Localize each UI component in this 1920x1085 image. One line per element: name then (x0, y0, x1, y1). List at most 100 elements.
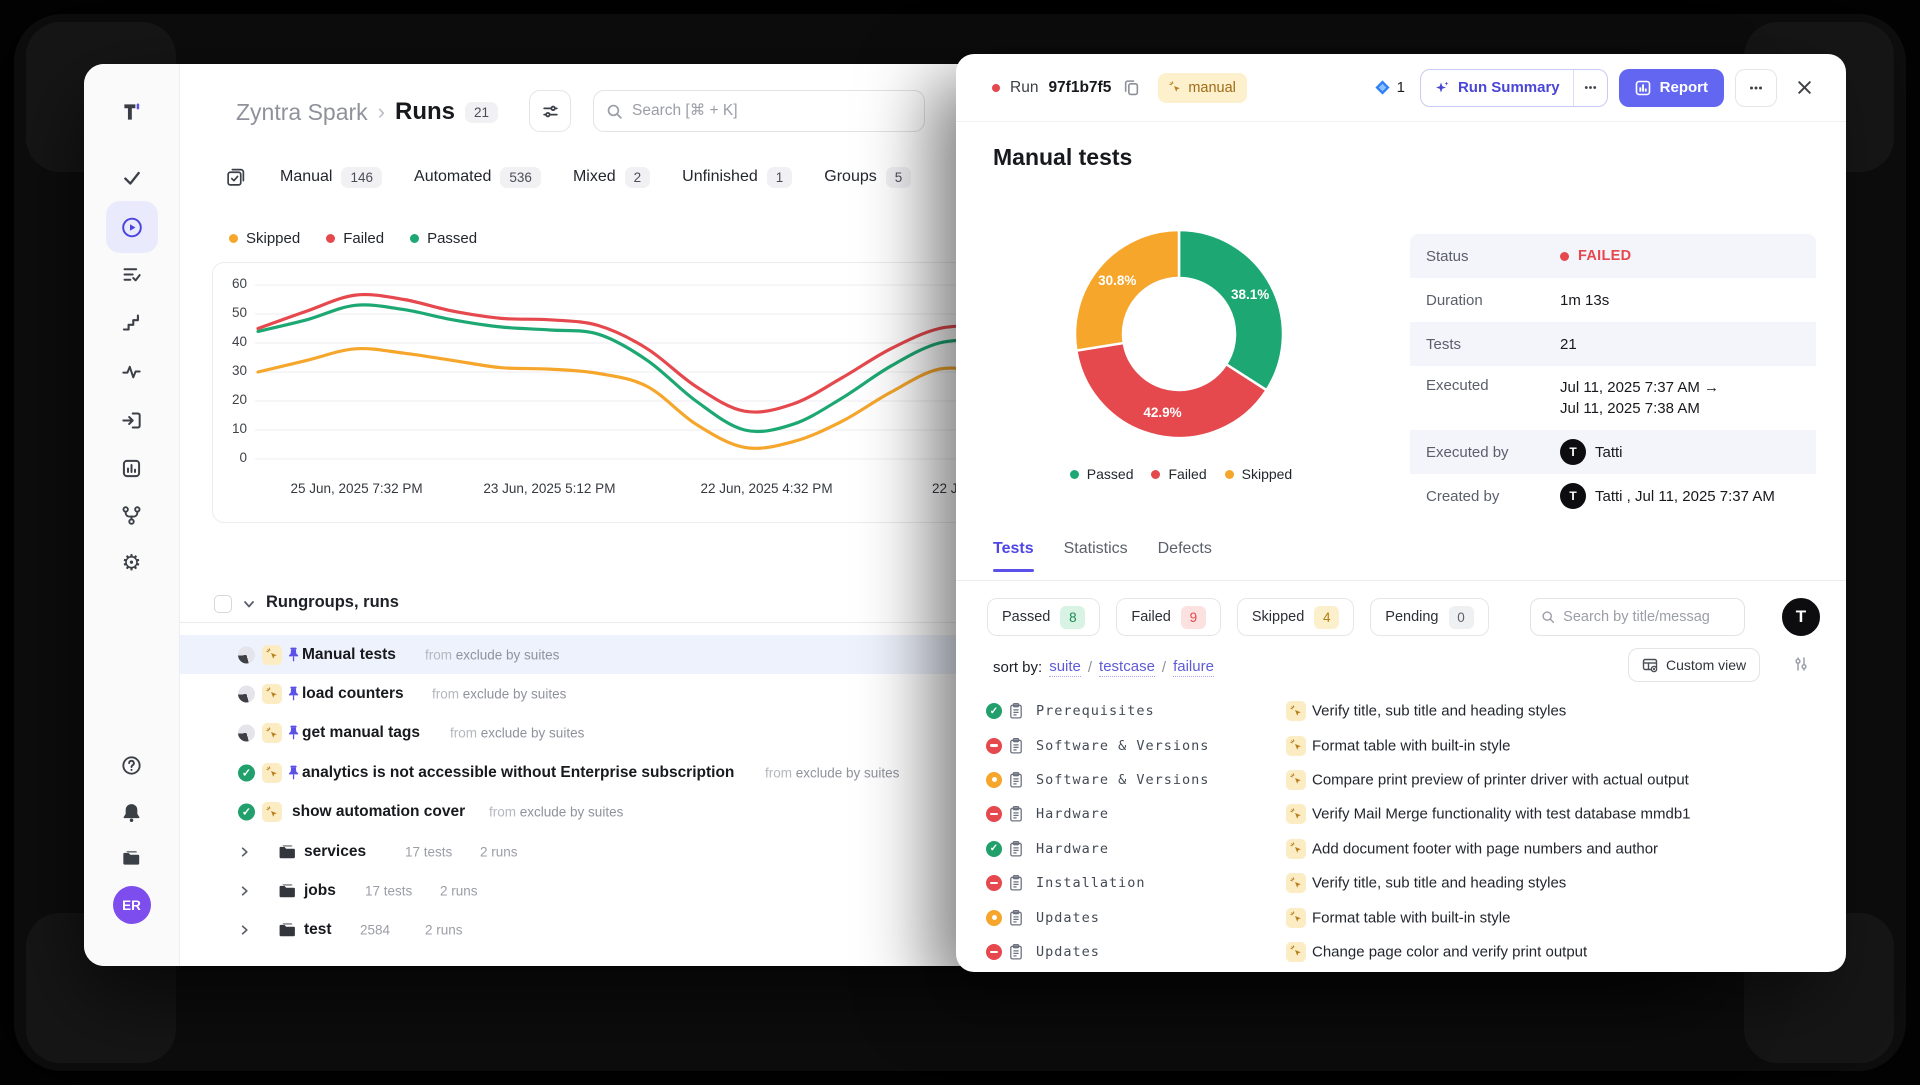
filter-button[interactable] (529, 90, 571, 132)
legend-skipped[interactable]: Skipped (229, 230, 300, 247)
report-button[interactable]: Report (1619, 69, 1724, 107)
run-title[interactable]: get manual tags (302, 724, 420, 742)
sort-by-suite[interactable]: suite (1049, 658, 1081, 677)
failed-dot-icon (326, 234, 335, 243)
chevron-right-icon[interactable] (238, 924, 251, 937)
tests-search-input[interactable] (1563, 609, 1734, 625)
sidebar-item-test-plans[interactable] (121, 263, 143, 285)
manual-run-icon (262, 723, 282, 743)
multi-select-icon[interactable] (225, 167, 246, 188)
search-icon (1541, 609, 1555, 625)
report-chart-icon (1635, 80, 1651, 96)
chevron-right-icon[interactable] (238, 884, 251, 897)
manual-test-icon (1286, 873, 1306, 893)
folder-title[interactable]: jobs (304, 882, 336, 900)
run-title[interactable]: analytics is not accessible without Ente… (302, 764, 734, 782)
pin-icon (287, 686, 300, 702)
manual-run-icon (262, 645, 282, 665)
more-actions-button[interactable] (1735, 69, 1777, 107)
test-row[interactable]: HardwareVerify Mail Merge functionality … (956, 797, 1846, 831)
tab-unfinished[interactable]: Unfinished1 (682, 167, 792, 188)
ellipsis-icon (1583, 80, 1598, 95)
sparkles-icon (1434, 80, 1450, 96)
run-title[interactable]: load counters (302, 685, 404, 703)
global-search[interactable] (593, 90, 925, 132)
tab-groups[interactable]: Groups5 (824, 167, 911, 188)
run-summary-more-button[interactable] (1573, 70, 1607, 106)
test-row[interactable]: Software & VersionsFormat table with bui… (956, 728, 1846, 762)
close-panel-button[interactable] (1792, 76, 1816, 100)
user-avatar[interactable]: ER (113, 886, 151, 924)
sidebar-item-runs[interactable] (121, 216, 143, 238)
sort-by-testcase[interactable]: testcase (1099, 658, 1155, 677)
custom-view-button[interactable]: Custom view (1628, 648, 1760, 682)
search-input[interactable] (632, 102, 912, 120)
chart-legend: Skipped Failed Passed (229, 230, 477, 247)
breadcrumb-project[interactable]: Zyntra Spark (236, 99, 368, 126)
folder-title[interactable]: services (304, 843, 366, 861)
test-row[interactable]: UpdatesChange page color and verify prin… (956, 935, 1846, 969)
close-icon (1796, 79, 1813, 96)
manual-run-icon (262, 763, 282, 783)
legend-passed: Passed (1070, 466, 1134, 482)
tab-tests[interactable]: Tests (993, 540, 1034, 572)
brand-avatar[interactable]: T (1780, 596, 1822, 638)
app-logo (121, 101, 143, 123)
filter-failed[interactable]: Failed9 (1116, 598, 1221, 636)
tab-automated[interactable]: Automated536 (414, 167, 541, 188)
select-all-checkbox[interactable] (214, 595, 232, 613)
run-detail-header: Run 97f1b7f5 manual 1 Run Summary (956, 54, 1846, 122)
sidebar-item-branches[interactable] (121, 504, 143, 526)
clipboard-icon (1008, 840, 1024, 857)
tab-mixed[interactable]: Mixed2 (573, 167, 650, 188)
breadcrumb: Zyntra Spark › Runs 21 (236, 94, 498, 130)
copy-icon[interactable] (1123, 79, 1140, 96)
sidebar-item-projects[interactable] (121, 847, 143, 869)
jira-link[interactable]: 1 (1374, 79, 1405, 96)
sidebar-item-steps[interactable] (121, 311, 143, 333)
sidebar-item-settings[interactable]: ⚙ (121, 552, 143, 574)
view-settings-icon[interactable] (1792, 655, 1810, 673)
sidebar-item-tests[interactable] (121, 167, 143, 189)
chevron-down-icon[interactable] (242, 597, 256, 611)
test-row[interactable]: UpdatesFormat table with built-in style (956, 900, 1846, 934)
run-summary-button[interactable]: Run Summary (1421, 70, 1573, 106)
info-row-executed-by: Executed by TTatti (1410, 430, 1816, 474)
sidebar-item-analytics[interactable] (121, 457, 143, 479)
tests-search[interactable] (1530, 598, 1745, 636)
pin-icon (287, 725, 300, 741)
x-axis-tick: 23 Jun, 2025 5:12 PM (483, 481, 615, 496)
test-row[interactable]: ✓HardwareAdd document footer with page n… (956, 832, 1846, 866)
run-title[interactable]: show automation cover (292, 803, 465, 821)
sidebar-item-notifications[interactable] (121, 801, 143, 823)
clipboard-icon (1008, 703, 1024, 720)
sidebar-item-help[interactable] (121, 754, 143, 776)
run-title-heading: Manual tests (993, 144, 1132, 171)
test-row[interactable]: Software & VersionsCompare print preview… (956, 763, 1846, 797)
filter-skipped[interactable]: Skipped4 (1237, 598, 1354, 636)
manual-run-icon (262, 802, 282, 822)
passed-dot-icon (410, 234, 419, 243)
chevron-right-icon[interactable] (238, 845, 251, 858)
tab-statistics[interactable]: Statistics (1064, 540, 1128, 572)
legend-passed[interactable]: Passed (410, 230, 477, 247)
legend-failed[interactable]: Failed (326, 230, 384, 247)
clipboard-icon (1008, 909, 1024, 926)
sort-by-failure[interactable]: failure (1173, 658, 1214, 677)
run-label: Run (1010, 79, 1038, 97)
y-axis-tick: 60 (213, 276, 247, 291)
folder-title[interactable]: test (304, 921, 332, 939)
count-badge: 8 (1060, 606, 1085, 629)
run-title[interactable]: Manual tests (302, 646, 396, 664)
info-row-tests: Tests 21 (1410, 322, 1816, 366)
filter-passed[interactable]: Passed8 (987, 598, 1100, 636)
tab-defects[interactable]: Defects (1158, 540, 1212, 572)
x-axis-tick: 25 Jun, 2025 7:32 PM (291, 481, 423, 496)
test-failed-icon (986, 738, 1002, 754)
sidebar-item-activity[interactable] (121, 360, 143, 382)
test-row[interactable]: InstallationVerify title, sub title and … (956, 866, 1846, 900)
test-row[interactable]: ✓PrerequisitesVerify title, sub title an… (956, 694, 1846, 728)
filter-pending[interactable]: Pending0 (1370, 598, 1488, 636)
tab-manual[interactable]: Manual146 (280, 167, 382, 188)
sidebar-item-import[interactable] (121, 409, 143, 431)
